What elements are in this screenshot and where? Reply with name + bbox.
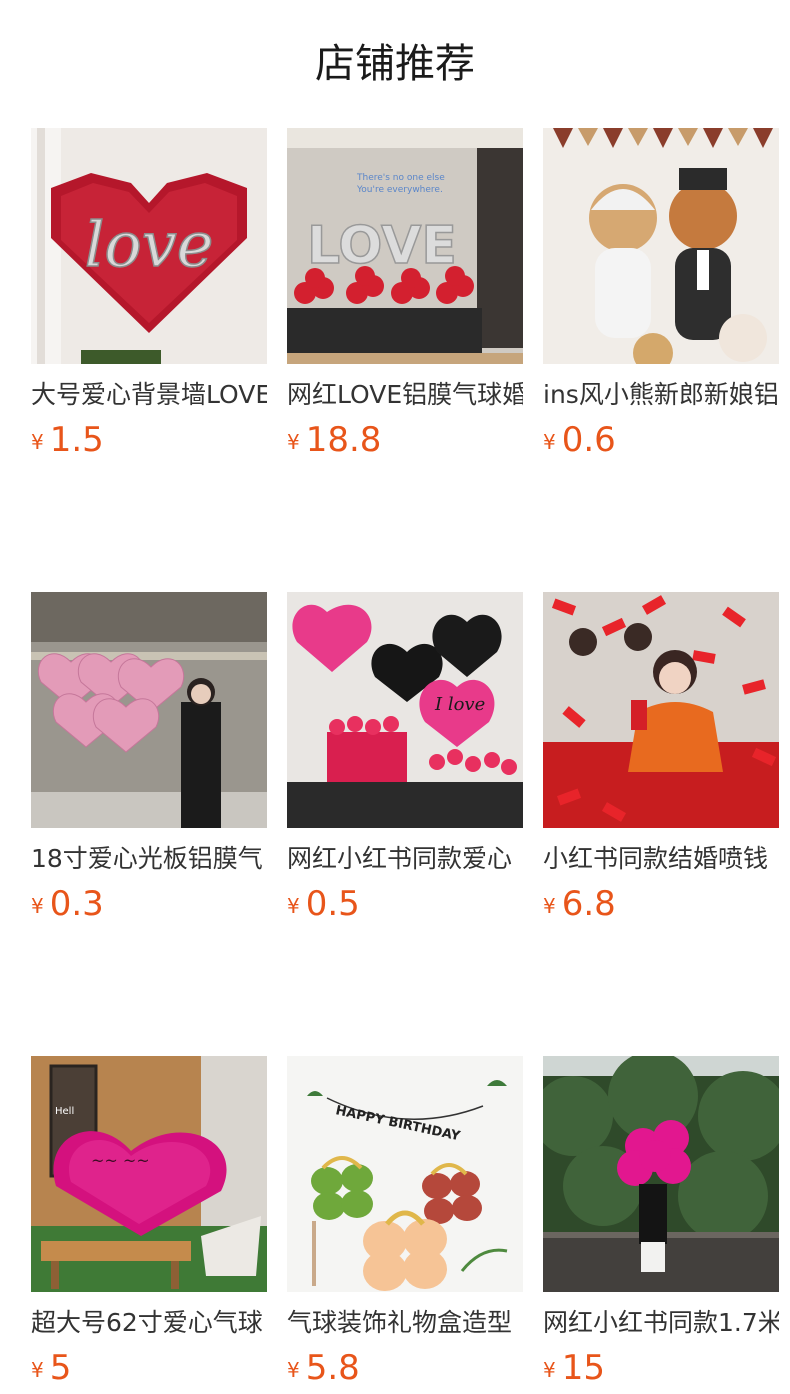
product-card[interactable]: Hell ~~ ~~ 超大号62寸爱心气球 ¥5 (31, 1056, 267, 1388)
currency-symbol: ¥ (543, 1358, 556, 1382)
price-value: 15 (561, 1348, 605, 1388)
product-card[interactable]: There's no one else You're everywhere. L… (287, 128, 523, 460)
product-card[interactable]: 网红小红书同款1.7米 ¥15 (543, 1056, 779, 1388)
svg-text:I love: I love (434, 694, 485, 715)
product-image[interactable]: There's no one else You're everywhere. L… (287, 128, 523, 364)
product-name: 网红小红书同款爱心 (287, 844, 513, 873)
currency-symbol: ¥ (287, 1358, 300, 1382)
product-name: 网红LOVE铝膜气球婚 (287, 380, 523, 409)
product-card[interactable]: ins风小熊新郎新娘铝 ¥0.6 (543, 128, 779, 460)
product-name: 网红小红书同款1.7米 (543, 1308, 779, 1337)
product-card[interactable]: 18寸爱心光板铝膜气 ¥0.3 (31, 592, 267, 924)
price-value: 5.8 (305, 1348, 360, 1388)
currency-symbol: ¥ (31, 894, 44, 918)
product-price: ¥5 (31, 1348, 267, 1388)
product-price: ¥6.8 (543, 884, 779, 924)
currency-symbol: ¥ (31, 430, 44, 454)
product-image[interactable]: I love (287, 592, 523, 828)
product-price: ¥18.8 (287, 420, 523, 460)
currency-symbol: ¥ (543, 894, 556, 918)
section-title: 店铺推荐 (315, 41, 475, 87)
product-price: ¥0.3 (31, 884, 267, 924)
price-value: 6.8 (561, 884, 616, 924)
product-price: ¥0.6 (543, 420, 779, 460)
price-value: 0.6 (561, 420, 616, 460)
currency-symbol: ¥ (31, 1358, 44, 1382)
product-card[interactable]: HAPPY BIRTHDAY 气球装饰礼物盒造型 ¥ 5.8 (287, 1056, 523, 1388)
product-price: ¥5.8 (287, 1348, 523, 1388)
product-name: 气球装饰礼物盒造型 (287, 1308, 513, 1337)
product-grid: love 大号爱心背景墙LOVE ¥1.5 There's no one els… (31, 128, 779, 1388)
product-name: 小红书同款结婚喷钱 (543, 844, 769, 873)
product-image[interactable] (543, 592, 779, 828)
svg-text:You're everywhere.: You're everywhere. (356, 185, 443, 195)
price-value: 5 (49, 1348, 72, 1388)
price-value: 18.8 (305, 420, 382, 460)
currency-symbol: ¥ (287, 894, 300, 918)
product-card[interactable]: 小红书同款结婚喷钱 ¥6.8 (543, 592, 779, 924)
svg-text:LOVE: LOVE (307, 216, 457, 276)
product-card[interactable]: I love 网红小红书同款爱心 ¥0.5 (287, 592, 523, 924)
product-image[interactable]: Hell ~~ ~~ (31, 1056, 267, 1292)
product-price: ¥15 (543, 1348, 779, 1388)
product-card[interactable]: love 大号爱心背景墙LOVE ¥1.5 (31, 128, 267, 460)
product-image[interactable]: HAPPY BIRTHDAY (287, 1056, 523, 1292)
product-name: 超大号62寸爱心气球 (31, 1308, 263, 1337)
currency-symbol: ¥ (287, 430, 300, 454)
price-value: 0.5 (305, 884, 360, 924)
product-name: 大号爱心背景墙LOVE (31, 380, 267, 409)
product-image[interactable]: love (31, 128, 267, 364)
svg-text:~~ ~~: ~~ ~~ (91, 1151, 150, 1170)
product-image[interactable] (543, 1056, 779, 1292)
product-image[interactable] (543, 128, 779, 364)
price-value: 1.5 (49, 420, 104, 460)
product-image[interactable] (31, 592, 267, 828)
svg-text:There's no one else: There's no one else (356, 173, 445, 183)
svg-text:love: love (85, 208, 214, 281)
svg-text:Hell: Hell (55, 1106, 74, 1117)
price-value: 0.3 (49, 884, 104, 924)
currency-symbol: ¥ (543, 430, 556, 454)
product-price: ¥0.5 (287, 884, 523, 924)
product-name: 18寸爱心光板铝膜气 (31, 844, 263, 873)
product-name: ins风小熊新郎新娘铝 (543, 380, 779, 409)
product-price: ¥1.5 (31, 420, 267, 460)
